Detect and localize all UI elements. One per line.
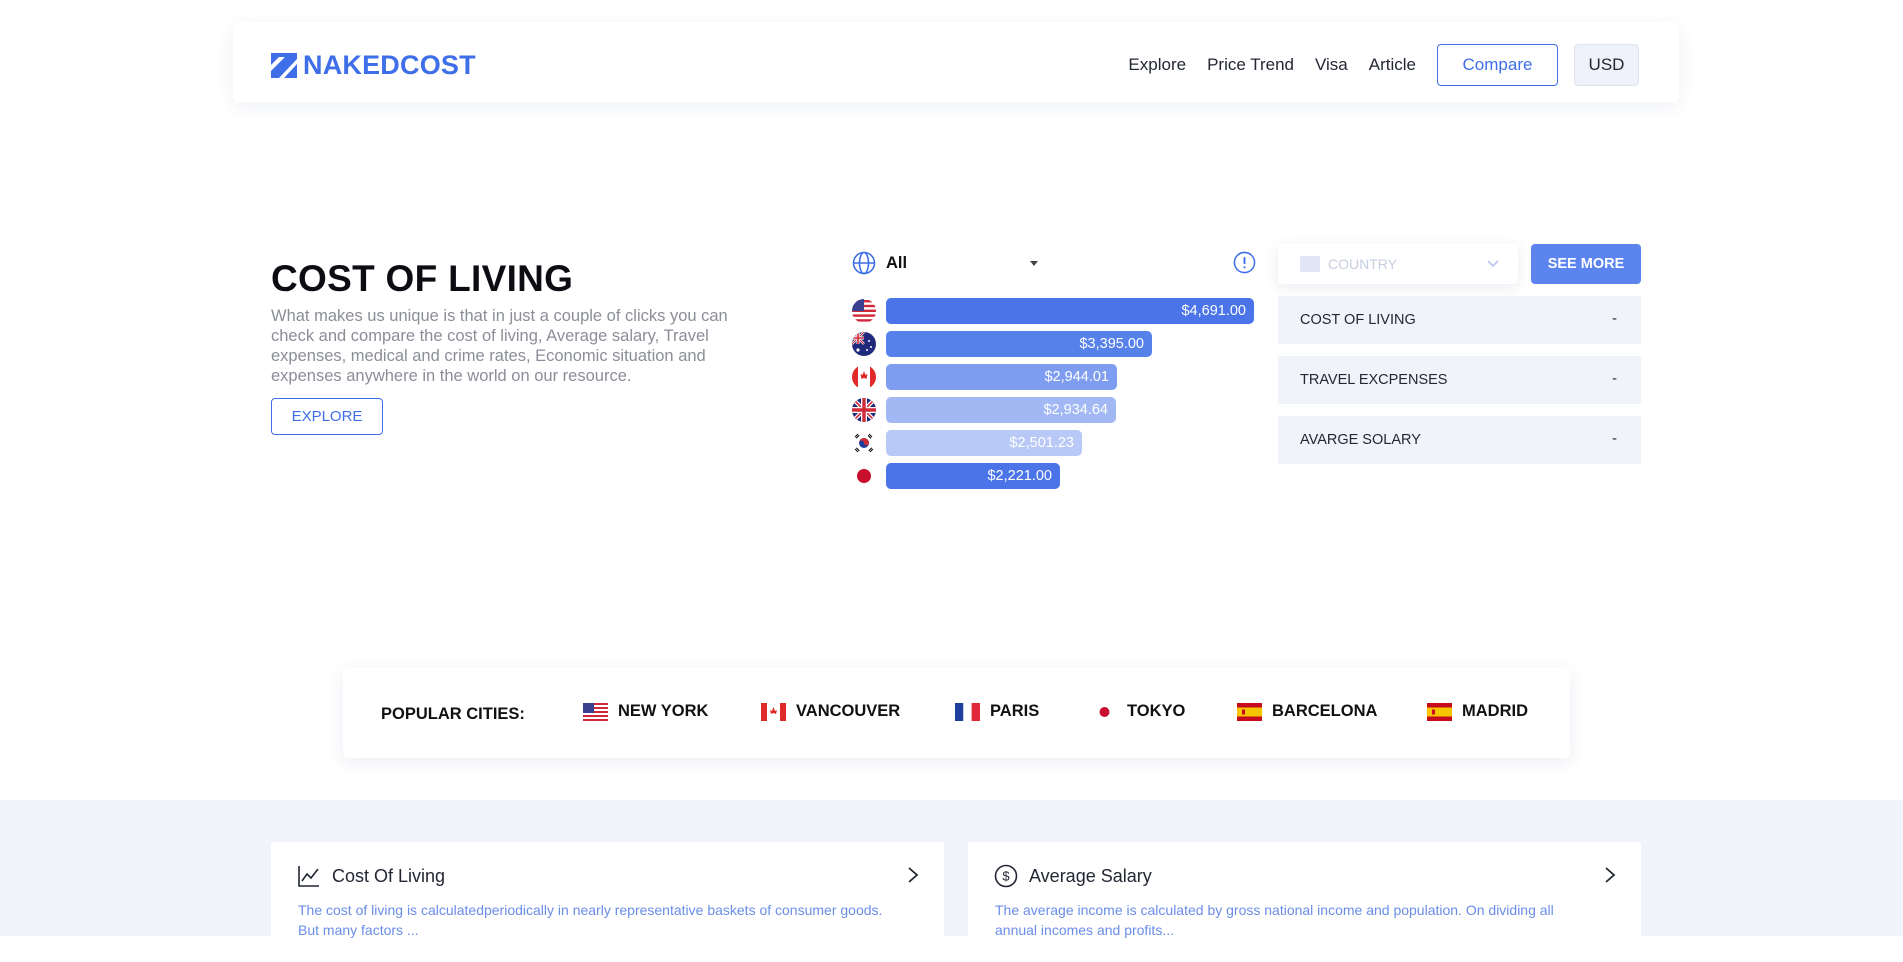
logo-text: NAKEDCOST bbox=[303, 50, 476, 80]
popular-cities-label: POPULAR CITIES: bbox=[381, 705, 525, 723]
hero-title: COST OF LIVING bbox=[271, 258, 574, 299]
nav-article[interactable]: Article bbox=[1369, 55, 1416, 75]
svg-text:$: $ bbox=[1002, 869, 1010, 884]
chevron-down-icon bbox=[1487, 260, 1499, 268]
bar: $3,395.00 bbox=[886, 331, 1152, 357]
logo-mark-icon bbox=[271, 53, 297, 78]
france-flag-icon bbox=[955, 702, 980, 721]
region-filter-select[interactable]: All bbox=[886, 254, 907, 273]
bar-row[interactable]: $3,395.00 bbox=[852, 331, 1256, 357]
card-cost-of-living[interactable]: Cost Of Living The cost of living is cal… bbox=[271, 842, 944, 962]
bar-row[interactable]: $2,934.64 bbox=[852, 397, 1256, 423]
chevron-right-icon[interactable] bbox=[1603, 866, 1617, 884]
bar: $2,944.01 bbox=[886, 364, 1117, 390]
card-description: The average income is calculated by gros… bbox=[995, 902, 1554, 938]
bar: $4,691.00 bbox=[886, 298, 1254, 324]
globe-icon bbox=[852, 251, 876, 275]
nav-explore[interactable]: Explore bbox=[1128, 55, 1186, 75]
bar: $2,501.23 bbox=[886, 430, 1082, 456]
city-name: MADRID bbox=[1462, 702, 1528, 720]
canada-flag-icon bbox=[761, 702, 786, 721]
japan-flag-icon bbox=[1092, 702, 1117, 721]
country-placeholder: COUNTRY bbox=[1328, 256, 1397, 272]
us-flag-icon bbox=[852, 299, 876, 323]
popular-cities-bar: POPULAR CITIES: NEW YORK VANCOUVER PARIS… bbox=[343, 668, 1570, 758]
explore-button[interactable]: EXPLORE bbox=[271, 398, 383, 435]
country-select[interactable]: COUNTRY bbox=[1278, 244, 1518, 284]
bar: $2,934.64 bbox=[886, 397, 1116, 423]
info-icon[interactable] bbox=[1233, 251, 1256, 274]
stat-label: AVARGE SOLARY bbox=[1300, 432, 1421, 448]
bar-value-label: $2,221.00 bbox=[987, 468, 1052, 484]
compare-button[interactable]: Compare bbox=[1437, 44, 1558, 86]
stat-row-average-salary: AVARGE SOLARY - bbox=[1278, 416, 1641, 464]
card-average-salary[interactable]: $ Average Salary The average income is c… bbox=[968, 842, 1641, 962]
stat-value: - bbox=[1612, 430, 1617, 447]
nav-visa[interactable]: Visa bbox=[1315, 55, 1348, 75]
stat-value: - bbox=[1612, 370, 1617, 387]
city-link-barcelona[interactable]: BARCELONA bbox=[1237, 702, 1377, 721]
bar-row[interactable]: $4,691.00 bbox=[852, 298, 1256, 324]
logo[interactable]: NAKEDCOST bbox=[271, 50, 476, 81]
country-flag-placeholder-icon bbox=[1300, 256, 1320, 272]
spain-flag-icon bbox=[1427, 702, 1452, 721]
bar-value-label: $2,501.23 bbox=[1009, 435, 1074, 451]
top-header: NAKEDCOST Explore Price Trend Visa Artic… bbox=[233, 22, 1679, 102]
us-flag-icon bbox=[583, 702, 608, 721]
card-description: The cost of living is calculatedperiodic… bbox=[298, 902, 883, 938]
card-title: Cost Of Living bbox=[332, 866, 446, 886]
city-name: PARIS bbox=[990, 702, 1040, 720]
card-title: Average Salary bbox=[1029, 866, 1152, 886]
chevron-right-icon[interactable] bbox=[906, 866, 920, 884]
bar-row[interactable]: $2,944.01 bbox=[852, 364, 1256, 390]
city-name: BARCELONA bbox=[1272, 702, 1378, 720]
australia-flag-icon bbox=[852, 332, 876, 356]
bar-row[interactable]: $2,221.00 bbox=[852, 463, 1256, 489]
uk-flag-icon bbox=[852, 398, 876, 422]
bar-value-label: $4,691.00 bbox=[1181, 303, 1246, 319]
bar-row[interactable]: $2,501.23 bbox=[852, 430, 1256, 456]
main-nav: Explore Price Trend Visa Article Compare… bbox=[1128, 44, 1639, 86]
stat-row-travel-expenses: TRAVEL EXCPENSES - bbox=[1278, 356, 1641, 404]
city-link-paris[interactable]: PARIS bbox=[955, 702, 1039, 721]
bar-value-label: $2,934.64 bbox=[1043, 402, 1108, 418]
hero-description: What makes us unique is that in just a c… bbox=[271, 307, 728, 385]
city-link-new-york[interactable]: NEW YORK bbox=[583, 702, 708, 721]
city-link-tokyo[interactable]: TOKYO bbox=[1092, 702, 1185, 721]
canada-flag-icon bbox=[852, 365, 876, 389]
south-korea-flag-icon bbox=[852, 431, 876, 455]
stat-label: COST OF LIVING bbox=[1300, 312, 1416, 328]
city-link-madrid[interactable]: MADRID bbox=[1427, 702, 1528, 721]
dollar-circle-icon: $ bbox=[994, 864, 1018, 888]
city-link-vancouver[interactable]: VANCOUVER bbox=[761, 702, 900, 721]
nav-price-trend[interactable]: Price Trend bbox=[1207, 55, 1294, 75]
bar-value-label: $2,944.01 bbox=[1044, 369, 1109, 385]
stat-label: TRAVEL EXCPENSES bbox=[1300, 372, 1448, 388]
chart-filter-bar: All bbox=[852, 251, 1256, 277]
line-chart-icon bbox=[298, 866, 319, 887]
city-name: NEW YORK bbox=[618, 702, 709, 720]
city-name: VANCOUVER bbox=[796, 702, 901, 720]
caret-down-icon[interactable] bbox=[1030, 261, 1038, 266]
bar-value-label: $3,395.00 bbox=[1079, 336, 1144, 352]
stat-row-cost-of-living: COST OF LIVING - bbox=[1278, 296, 1641, 344]
stat-value: - bbox=[1612, 310, 1617, 327]
currency-button[interactable]: USD bbox=[1574, 44, 1639, 86]
see-more-button[interactable]: SEE MORE bbox=[1531, 244, 1641, 284]
bar: $2,221.00 bbox=[886, 463, 1060, 489]
city-name: TOKYO bbox=[1127, 702, 1186, 720]
spain-flag-icon bbox=[1237, 702, 1262, 721]
japan-flag-icon bbox=[852, 464, 876, 488]
